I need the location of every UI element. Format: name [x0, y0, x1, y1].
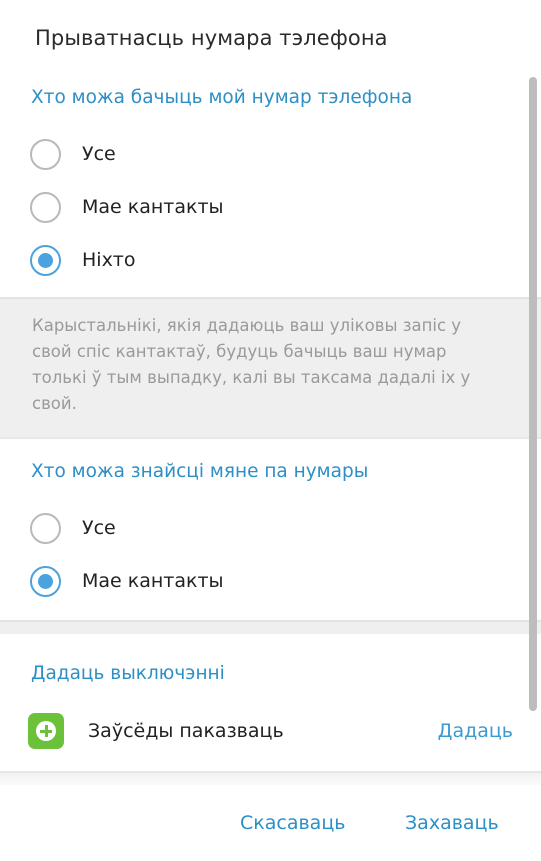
exceptions-section-title: Дадаць выключэнні — [31, 663, 225, 684]
who-sees-section-title: Хто можа бачыць мой нумар тэлефона — [31, 87, 413, 108]
radio-button-selected[interactable] — [30, 244, 61, 276]
plus-circle-icon — [28, 713, 64, 749]
radio-option-nobody[interactable]: Ніхто — [30, 243, 510, 277]
radio-label: Усе — [82, 143, 116, 165]
radio-option-everyone[interactable]: Усе — [30, 137, 510, 171]
radio-option-my-contacts[interactable]: Мае кантакты — [30, 564, 510, 598]
radio-label: Ніхто — [82, 249, 136, 271]
footer-divider — [0, 771, 541, 785]
info-text: Карыстальнікі, якія дадаюць ваш уліковы … — [32, 316, 471, 413]
radio-button-selected[interactable] — [30, 565, 61, 597]
privacy-dialog: Прыватнасць нумара тэлефона Хто можа бач… — [0, 0, 541, 861]
radio-label: Усе — [82, 517, 116, 539]
always-show-label: Заўсёды паказваць — [88, 720, 284, 742]
dialog-footer: Скасаваць Захаваць — [0, 785, 541, 861]
section-divider — [0, 620, 541, 634]
radio-button[interactable] — [30, 191, 61, 223]
add-exception-button[interactable]: Дадаць — [438, 720, 513, 742]
radio-button[interactable] — [30, 512, 61, 544]
scrollbar[interactable] — [529, 77, 537, 711]
radio-label: Мае кантакты — [82, 570, 224, 592]
who-finds-section-title: Хто можа знайсці мяне па нумары — [31, 461, 369, 482]
info-box: Карыстальнікі, якія дадаюць ваш уліковы … — [0, 297, 541, 439]
always-show-row[interactable]: Заўсёды паказваць Дадаць — [28, 713, 513, 749]
save-button[interactable]: Захаваць — [405, 812, 499, 834]
radio-label: Мае кантакты — [82, 196, 224, 218]
radio-option-my-contacts[interactable]: Мае кантакты — [30, 190, 510, 224]
radio-option-everyone[interactable]: Усе — [30, 511, 510, 545]
cancel-button[interactable]: Скасаваць — [240, 812, 345, 834]
radio-button[interactable] — [30, 138, 61, 170]
dialog-title: Прыватнасць нумара тэлефона — [35, 26, 388, 50]
